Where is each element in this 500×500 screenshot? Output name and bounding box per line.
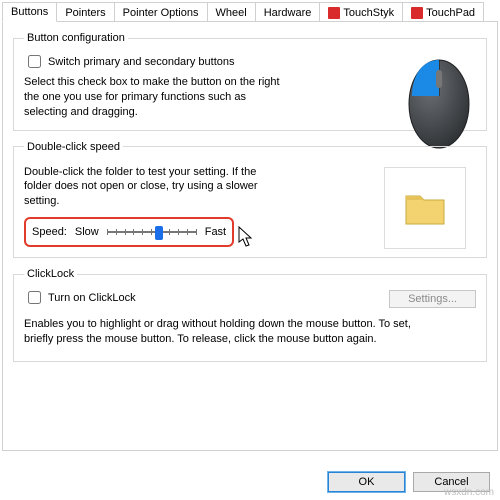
tab-touchstyk[interactable]: TouchStyk: [319, 2, 403, 22]
cursor-arrow-icon: [238, 226, 254, 248]
mouse-properties-window: Buttons Pointers Pointer Options Wheel H…: [0, 0, 500, 500]
tab-touchpad[interactable]: TouchPad: [402, 2, 484, 22]
button-config-description: Select this check box to make the button…: [24, 75, 284, 120]
slow-label: Slow: [75, 226, 99, 238]
group-legend: Double-click speed: [24, 141, 123, 153]
turn-on-clicklock-label: Turn on ClickLock: [48, 292, 136, 304]
group-clicklock: ClickLock Turn on ClickLock Settings... …: [13, 268, 487, 362]
group-legend: ClickLock: [24, 268, 77, 280]
switch-primary-secondary-label: Switch primary and secondary buttons: [48, 56, 234, 68]
group-legend: Button configuration: [24, 32, 128, 44]
tab-strip: Buttons Pointers Pointer Options Wheel H…: [0, 0, 500, 22]
speed-label: Speed:: [32, 226, 67, 238]
tab-label: TouchPad: [426, 7, 475, 19]
synaptics-icon: [328, 7, 340, 19]
turn-on-clicklock-checkbox[interactable]: [28, 291, 41, 304]
tab-pointer-options[interactable]: Pointer Options: [114, 2, 208, 22]
synaptics-icon: [411, 7, 423, 19]
group-button-configuration: Button configuration Switch primary and …: [13, 32, 487, 131]
tab-wheel[interactable]: Wheel: [207, 2, 256, 22]
annotation-highlight: Speed: Slow Fast: [24, 217, 234, 247]
switch-primary-secondary-checkbox[interactable]: [28, 55, 41, 68]
tab-label: TouchStyk: [343, 7, 394, 19]
clicklock-description: Enables you to highlight or drag without…: [24, 317, 424, 347]
tab-buttons[interactable]: Buttons: [2, 2, 57, 22]
double-click-speed-slider[interactable]: [107, 223, 197, 241]
tab-hardware[interactable]: Hardware: [255, 2, 321, 22]
tab-label: Buttons: [11, 6, 48, 18]
tab-label: Hardware: [264, 7, 312, 19]
tab-pointers[interactable]: Pointers: [56, 2, 114, 22]
tab-label: Pointers: [65, 7, 105, 19]
watermark-text: wsxdn.com: [444, 487, 494, 498]
clicklock-settings-button: Settings...: [389, 290, 476, 308]
tab-label: Pointer Options: [123, 7, 199, 19]
tab-label: Wheel: [216, 7, 247, 19]
double-click-description: Double-click the folder to test your set…: [24, 165, 284, 210]
test-folder-icon[interactable]: [384, 167, 466, 249]
slider-thumb[interactable]: [155, 226, 163, 240]
fast-label: Fast: [205, 226, 226, 238]
mouse-illustration-icon: [404, 54, 474, 149]
ok-button[interactable]: OK: [328, 472, 405, 492]
